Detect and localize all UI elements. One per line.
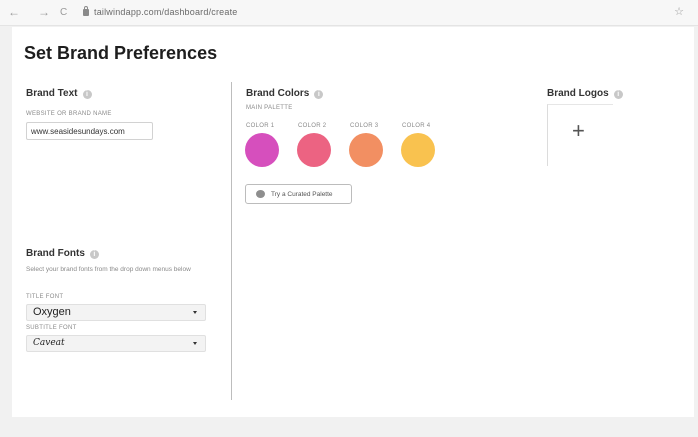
title-font-value: Oxygen: [33, 306, 71, 318]
title-font-select[interactable]: Oxygen: [26, 304, 206, 321]
info-icon[interactable]: i: [82, 90, 92, 99]
color-swatch-2[interactable]: [297, 133, 331, 167]
main-palette-label: MAIN PALETTE: [246, 105, 293, 111]
brand-fonts-description: Select your brand fonts from the drop do…: [26, 266, 191, 273]
color-swatch-3[interactable]: [349, 133, 383, 167]
subtitle-font-value: Caveat: [33, 338, 65, 348]
browser-toolbar: ← → C tailwindapp.com/dashboard/create ☆: [0, 0, 698, 26]
curated-palette-label: Try a Curated Palette: [271, 191, 333, 198]
website-label: WEBSITE OR BRAND NAME: [26, 111, 112, 117]
forward-arrow-icon[interactable]: →: [38, 5, 50, 19]
color-swatch-1[interactable]: [245, 133, 279, 167]
page-content: Set Brand Preferences Brand Text i WEBSIT…: [12, 27, 694, 417]
palette-icon: [256, 190, 265, 198]
brand-fonts-title: Brand Fonts: [26, 248, 85, 259]
logo-upload-box[interactable]: +: [547, 104, 613, 166]
color-4-label: COLOR 4: [402, 123, 431, 129]
lock-icon: [83, 6, 89, 16]
chevron-down-icon: [193, 311, 197, 314]
info-icon[interactable]: i: [314, 90, 324, 99]
color-3-label: COLOR 3: [350, 123, 379, 129]
column-divider: [231, 82, 232, 400]
curated-palette-button[interactable]: Try a Curated Palette: [245, 184, 352, 204]
reload-icon[interactable]: C: [60, 6, 67, 20]
back-arrow-icon[interactable]: ←: [8, 5, 20, 19]
brand-colors-heading: Brand Colors i: [246, 88, 324, 99]
subtitle-font-select[interactable]: Caveat: [26, 335, 206, 352]
subtitle-font-label: SUBTITLE FONT: [26, 325, 77, 331]
website-input[interactable]: [26, 122, 153, 140]
title-font-label: TITLE FONT: [26, 294, 64, 300]
brand-colors-title: Brand Colors: [246, 88, 310, 99]
address-bar[interactable]: tailwindapp.com/dashboard/create: [94, 7, 237, 17]
info-icon[interactable]: i: [89, 250, 99, 259]
plus-icon: +: [572, 118, 585, 143]
color-2-label: COLOR 2: [298, 123, 327, 129]
color-1-label: COLOR 1: [246, 123, 275, 129]
chevron-down-icon: [193, 342, 197, 345]
color-swatch-4[interactable]: [401, 133, 435, 167]
brand-logos-title: Brand Logos: [547, 88, 609, 99]
brand-text-heading: Brand Text i: [26, 88, 92, 99]
brand-text-title: Brand Text: [26, 88, 78, 99]
page-title: Set Brand Preferences: [24, 43, 218, 63]
brand-logos-heading: Brand Logos i: [547, 88, 623, 99]
info-icon[interactable]: i: [613, 90, 623, 99]
brand-fonts-heading: Brand Fonts i: [26, 248, 99, 259]
bookmark-star-icon[interactable]: ☆: [674, 5, 684, 18]
